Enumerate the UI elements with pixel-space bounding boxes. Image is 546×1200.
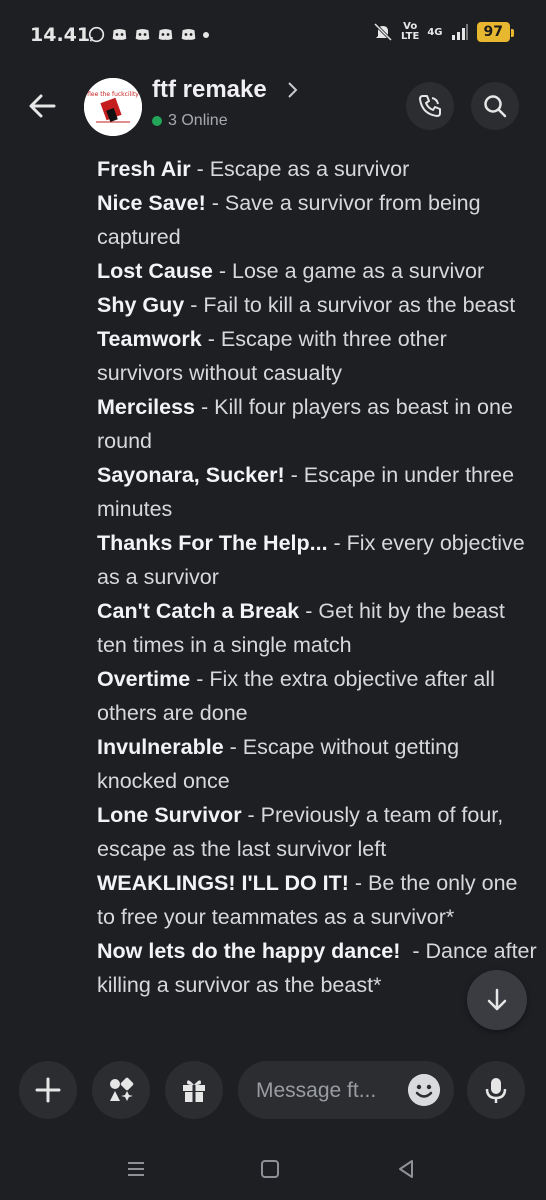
message-input-container[interactable] <box>238 1061 454 1121</box>
search-icon <box>484 95 507 118</box>
call-button[interactable] <box>406 82 454 130</box>
online-count: 3 Online <box>168 112 228 129</box>
achievement-line: Lost Cause - Lose a game as a survivor <box>97 254 537 288</box>
apps-button[interactable] <box>92 1061 150 1119</box>
scroll-to-bottom-button[interactable] <box>467 970 527 1030</box>
chevron-right-icon[interactable] <box>286 80 300 100</box>
home-icon[interactable] <box>258 1157 282 1181</box>
online-dot-icon <box>152 116 162 126</box>
gift-button[interactable] <box>165 1061 223 1119</box>
achievement-name: Fresh Air <box>97 157 191 181</box>
achievement-line: WEAKLINGS! I'LL DO IT! - Be the only one… <box>97 866 537 934</box>
status-right: Vo LTE 4G 97 <box>373 21 515 42</box>
network-label: 4G <box>427 26 443 38</box>
achievement-name: WEAKLINGS! I'LL DO IT! <box>97 871 349 895</box>
discord-icon <box>135 28 150 40</box>
volte-label: Vo LTE <box>400 21 420 42</box>
channel-header: flee the fuckcility ftf remake 3 Online <box>0 72 546 144</box>
achievement-name: Invulnerable <box>97 735 224 759</box>
signal-icon <box>451 24 468 40</box>
achievement-name: Shy Guy <box>97 293 185 317</box>
whatsapp-icon <box>88 26 105 43</box>
arrow-left-icon[interactable] <box>24 86 64 126</box>
channel-avatar[interactable]: flee the fuckcility <box>84 78 142 136</box>
discord-icon <box>112 28 127 40</box>
message-content: Fresh Air - Escape as a survivor Nice Sav… <box>97 152 537 1002</box>
achievement-name: Merciless <box>97 395 196 419</box>
achievement-name: Now lets do the happy dance! <box>97 939 401 963</box>
arrow-down-icon <box>487 988 507 1011</box>
achievement-line: Nice Save! - Save a survivor from being … <box>97 186 537 254</box>
achievement-name: Can't Catch a Break <box>97 599 300 623</box>
back-nav-icon[interactable] <box>394 1157 418 1181</box>
achievement-line: Thanks For The Help... - Fix every objec… <box>97 526 537 594</box>
achievement-line: Sayonara, Sucker! - Escape in under thre… <box>97 458 537 526</box>
achievement-name: Nice Save! <box>97 191 206 215</box>
achievement-line: Merciless - Kill four players as beast i… <box>97 390 537 458</box>
achievement-name: Teamwork <box>97 327 202 351</box>
message-composer <box>0 1047 546 1147</box>
message-input[interactable] <box>254 1061 398 1121</box>
online-status: 3 Online <box>152 112 228 130</box>
apps-icon <box>110 1077 134 1101</box>
phone-call-icon <box>419 95 441 117</box>
achievement-name: Lost Cause <box>97 259 213 283</box>
achievement-description: - Fail to kill a survivor as the beast <box>184 293 516 317</box>
emoji-icon[interactable] <box>408 1074 440 1106</box>
achievement-name: Overtime <box>97 667 191 691</box>
achievement-line: Invulnerable - Escape without getting kn… <box>97 730 537 798</box>
channel-name[interactable]: ftf remake <box>152 76 267 104</box>
achievement-description: - Lose a game as a survivor <box>212 259 485 283</box>
avatar-text: flee the fuckcility <box>87 91 139 98</box>
achievement-name: Sayonara, Sucker! <box>97 463 285 487</box>
more-notifications-dot-icon <box>203 31 209 38</box>
achievement-line: Teamwork - Escape with three other survi… <box>97 322 537 390</box>
achievement-name: Lone Survivor <box>97 803 242 827</box>
system-navigation-bar <box>0 1147 546 1200</box>
achievement-line: Fresh Air - Escape as a survivor <box>97 152 537 186</box>
achievement-line: Shy Guy - Fail to kill a survivor as the… <box>97 288 537 322</box>
gift-icon <box>183 1080 205 1102</box>
avatar-image: flee the fuckcility <box>84 78 142 136</box>
achievement-line: Can't Catch a Break - Get hit by the bea… <box>97 594 537 662</box>
plus-icon <box>35 1077 61 1103</box>
achievement-line: Lone Survivor - Previously a team of fou… <box>97 798 537 866</box>
add-attachment-button[interactable] <box>19 1061 77 1119</box>
achievement-line: Overtime - Fix the extra objective after… <box>97 662 537 730</box>
discord-icon <box>181 28 196 40</box>
achievement-name: Thanks For The Help... <box>97 531 328 555</box>
recent-apps-icon[interactable] <box>124 1157 148 1181</box>
discord-icon <box>158 28 173 40</box>
status-time: 14.41 <box>30 24 91 46</box>
message-list[interactable]: Fresh Air - Escape as a survivor Nice Sav… <box>0 146 546 1046</box>
status-bar: 14.41 Vo LTE 4G 97 <box>0 0 546 72</box>
notification-icons <box>88 26 209 43</box>
voice-message-button[interactable] <box>467 1061 525 1119</box>
search-button[interactable] <box>471 82 519 130</box>
microphone-icon <box>485 1078 507 1103</box>
battery-indicator: 97 <box>476 22 515 42</box>
mute-bell-icon <box>373 22 393 42</box>
achievement-description: - Escape as a survivor <box>190 157 410 181</box>
